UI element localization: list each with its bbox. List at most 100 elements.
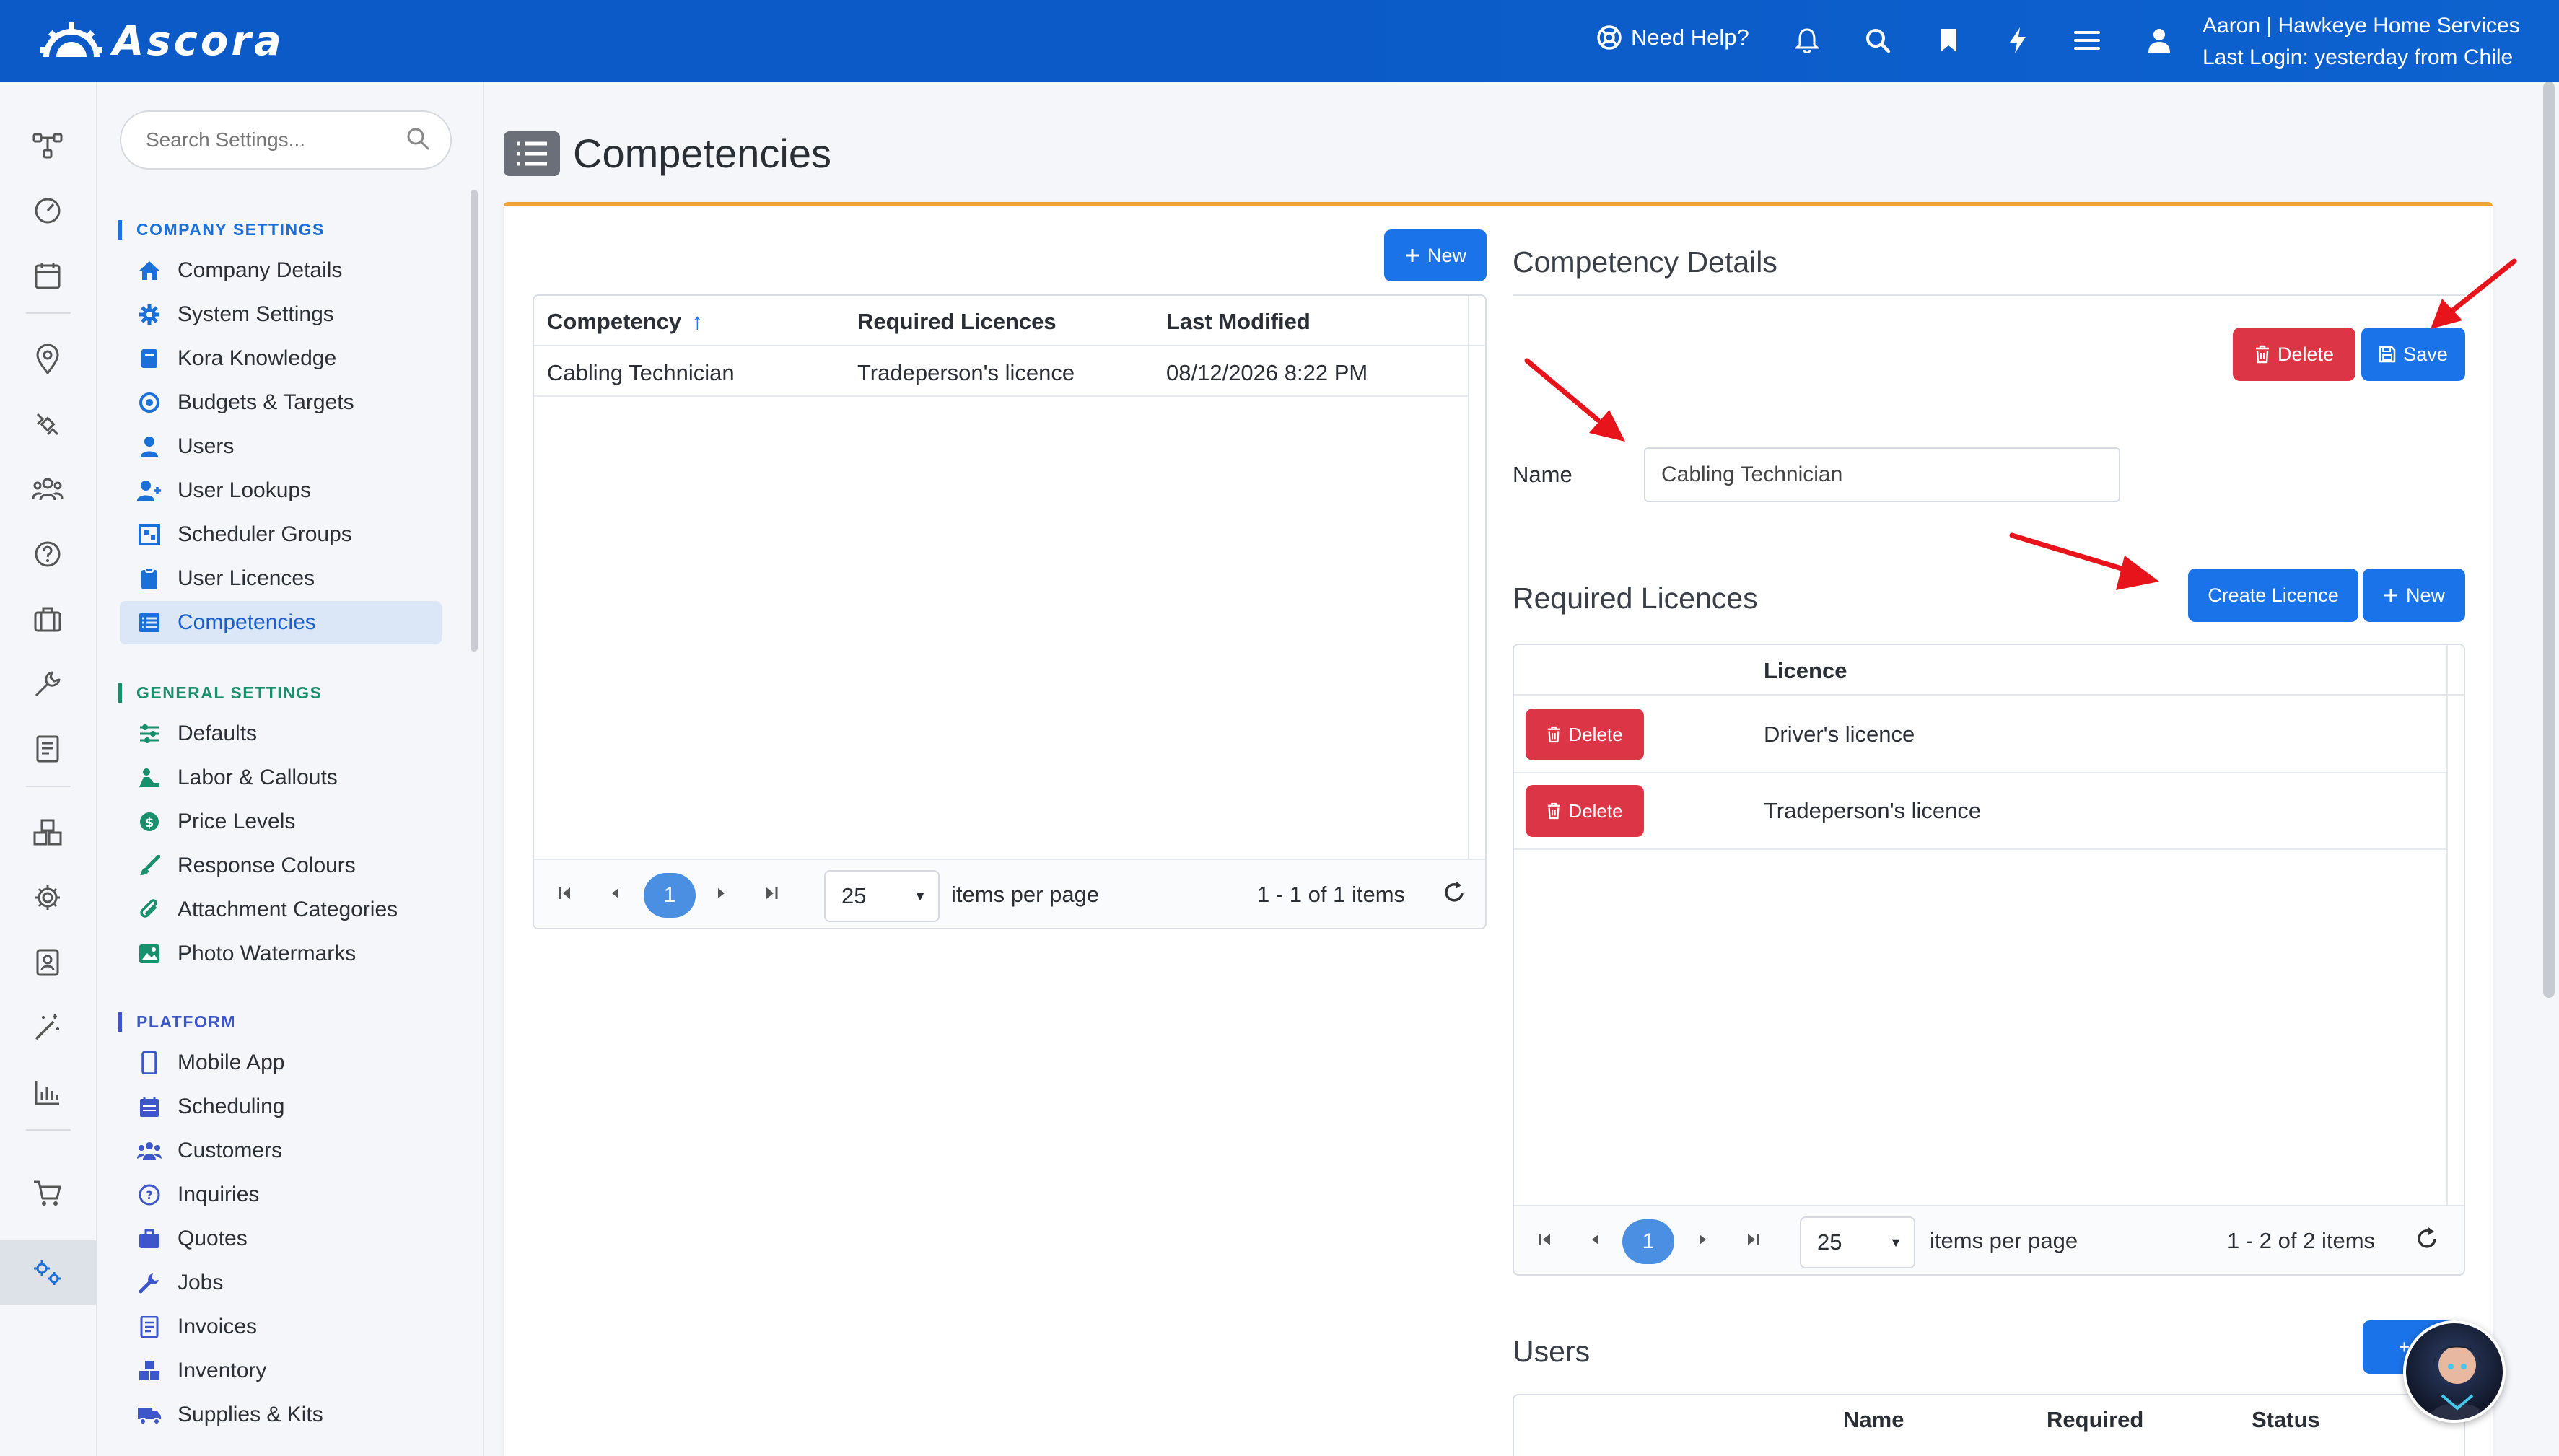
delete-licence-button[interactable]: Delete xyxy=(1526,785,1644,837)
nav-invoices[interactable]: Invoices xyxy=(120,1305,442,1348)
section-company-settings: COMPANY SETTINGS xyxy=(118,220,325,240)
column-last-modified[interactable]: Last Modified xyxy=(1166,309,1311,335)
nav-company-details[interactable]: Company Details xyxy=(120,249,442,292)
wrench-icon[interactable] xyxy=(30,666,66,702)
nav-scheduling[interactable]: Scheduling xyxy=(120,1085,442,1128)
settings-cogs-icon[interactable] xyxy=(30,1255,66,1291)
next-page-icon[interactable] xyxy=(716,886,727,900)
window-scrollbar[interactable] xyxy=(2543,82,2555,998)
refresh-icon[interactable] xyxy=(1440,879,1468,906)
need-help-link[interactable]: Need Help? xyxy=(1596,25,1749,51)
dashboard-gauge-icon[interactable] xyxy=(30,193,66,229)
table-row[interactable]: Delete Driver's licence xyxy=(1514,696,2446,773)
menu-icon[interactable] xyxy=(2070,23,2104,58)
nav-inventory[interactable]: Inventory xyxy=(120,1349,442,1393)
nav-competencies[interactable]: Competencies xyxy=(120,601,442,644)
nav-price-levels[interactable]: $ Price Levels xyxy=(120,800,442,843)
settings-search[interactable] xyxy=(120,110,452,170)
grid-pager: 1 25 ▼ items per page 1 - 1 of 1 items xyxy=(534,859,1485,928)
nav-kora-knowledge[interactable]: Kora Knowledge xyxy=(120,337,442,380)
page-size-select[interactable]: 25 ▼ xyxy=(1800,1216,1915,1268)
first-page-icon[interactable] xyxy=(1537,1231,1553,1248)
nav-quotes[interactable]: Quotes xyxy=(120,1217,442,1260)
nav-labor-callouts[interactable]: Labor & Callouts xyxy=(120,756,442,799)
sidebar-scrollbar[interactable] xyxy=(471,190,478,652)
user-info[interactable]: Aaron | Hawkeye Home Services Last Login… xyxy=(2203,10,2520,74)
nav-defaults[interactable]: Defaults xyxy=(120,712,442,755)
table-row[interactable]: Cabling Technician Tradeperson's licence… xyxy=(534,346,1468,397)
workflow-icon[interactable] xyxy=(30,128,66,164)
clipboard-icon xyxy=(137,566,162,591)
question-circle-icon: ? xyxy=(137,1183,162,1207)
nav-inquiries[interactable]: ? Inquiries xyxy=(120,1173,442,1216)
lightning-icon[interactable] xyxy=(2000,23,2035,58)
question-icon[interactable] xyxy=(30,536,66,572)
briefcase-icon[interactable] xyxy=(30,601,66,637)
last-page-icon[interactable] xyxy=(1745,1231,1761,1248)
search-icon[interactable] xyxy=(1860,23,1895,58)
settings-search-input[interactable] xyxy=(146,128,406,152)
nav-mobile-app[interactable]: Mobile App xyxy=(120,1041,442,1084)
create-licence-button[interactable]: Create Licence xyxy=(2188,569,2358,622)
contact-card-icon[interactable] xyxy=(30,944,66,981)
magic-wand-icon[interactable] xyxy=(30,1009,66,1045)
column-status[interactable]: Status xyxy=(2252,1407,2320,1433)
nav-supplies-kits[interactable]: Supplies & Kits xyxy=(120,1393,442,1437)
column-required[interactable]: Required xyxy=(2047,1407,2143,1433)
nav-users[interactable]: Users xyxy=(120,425,442,468)
nav-budgets-targets[interactable]: Budgets & Targets xyxy=(120,381,442,424)
nav-label: Quotes xyxy=(178,1227,248,1250)
assistant-avatar[interactable] xyxy=(2403,1320,2506,1423)
user-icon xyxy=(137,434,162,459)
button-label: Create Licence xyxy=(2208,584,2339,606)
column-licence[interactable]: Licence xyxy=(1764,658,1847,684)
nav-user-licences[interactable]: User Licences xyxy=(120,557,442,600)
settings-gear-icon[interactable] xyxy=(30,880,66,916)
new-competency-button[interactable]: New xyxy=(1384,229,1487,281)
next-page-icon[interactable] xyxy=(1697,1232,1709,1247)
grid-scroll-track[interactable] xyxy=(2446,696,2464,1205)
inventory-boxes-icon[interactable] xyxy=(30,815,66,851)
delete-licence-button[interactable]: Delete xyxy=(1526,709,1644,760)
page-number[interactable]: 1 xyxy=(644,873,696,918)
nav-jobs[interactable]: Jobs xyxy=(120,1261,442,1304)
prev-page-icon[interactable] xyxy=(609,886,621,900)
competency-name-input[interactable] xyxy=(1644,447,2120,502)
nav-label: Supplies & Kits xyxy=(178,1403,323,1426)
ascora-logo[interactable]: Ascora xyxy=(40,18,284,65)
shopping-cart-icon[interactable] xyxy=(30,1175,66,1211)
bell-icon[interactable] xyxy=(1790,23,1824,58)
page-number[interactable]: 1 xyxy=(1622,1219,1674,1264)
prev-page-icon[interactable] xyxy=(1589,1232,1601,1247)
invoice-icon xyxy=(137,1315,162,1339)
refresh-icon[interactable] xyxy=(2413,1225,2441,1253)
new-licence-button[interactable]: New xyxy=(2363,569,2465,622)
header-scroll-spacer xyxy=(1468,296,1485,346)
nav-customers[interactable]: Customers xyxy=(120,1129,442,1172)
map-pin-icon[interactable] xyxy=(30,341,66,377)
column-name[interactable]: Name xyxy=(1843,1407,1904,1433)
nav-system-settings[interactable]: System Settings xyxy=(120,293,442,336)
search-icon[interactable] xyxy=(406,126,430,151)
invoice-icon[interactable] xyxy=(30,731,66,767)
nav-attachment-categories[interactable]: Attachment Categories xyxy=(120,888,442,931)
save-button[interactable]: Save xyxy=(2361,328,2465,381)
page-size-select[interactable]: 25 ▼ xyxy=(824,870,940,922)
bookmark-icon[interactable] xyxy=(1931,23,1966,58)
reports-chart-icon[interactable] xyxy=(30,1074,66,1110)
column-required-licences[interactable]: Required Licences xyxy=(857,309,1057,335)
calendar-icon[interactable] xyxy=(30,258,66,294)
delete-competency-button[interactable]: Delete xyxy=(2233,328,2355,381)
nav-user-lookups[interactable]: User Lookups xyxy=(120,469,442,512)
nav-photo-watermarks[interactable]: Photo Watermarks xyxy=(120,932,442,975)
last-page-icon[interactable] xyxy=(764,885,779,902)
nav-scheduler-groups[interactable]: Scheduler Groups xyxy=(120,513,442,556)
table-row[interactable]: Delete Tradeperson's licence xyxy=(1514,773,2446,850)
nav-response-colours[interactable]: Response Colours xyxy=(120,844,442,887)
column-competency[interactable]: Competency ↑ xyxy=(547,309,703,335)
grid-scroll-track[interactable] xyxy=(1468,346,1485,859)
user-icon[interactable] xyxy=(2142,23,2177,58)
users-group-icon[interactable] xyxy=(30,471,66,507)
satellite-icon[interactable] xyxy=(30,406,66,442)
first-page-icon[interactable] xyxy=(557,885,573,902)
